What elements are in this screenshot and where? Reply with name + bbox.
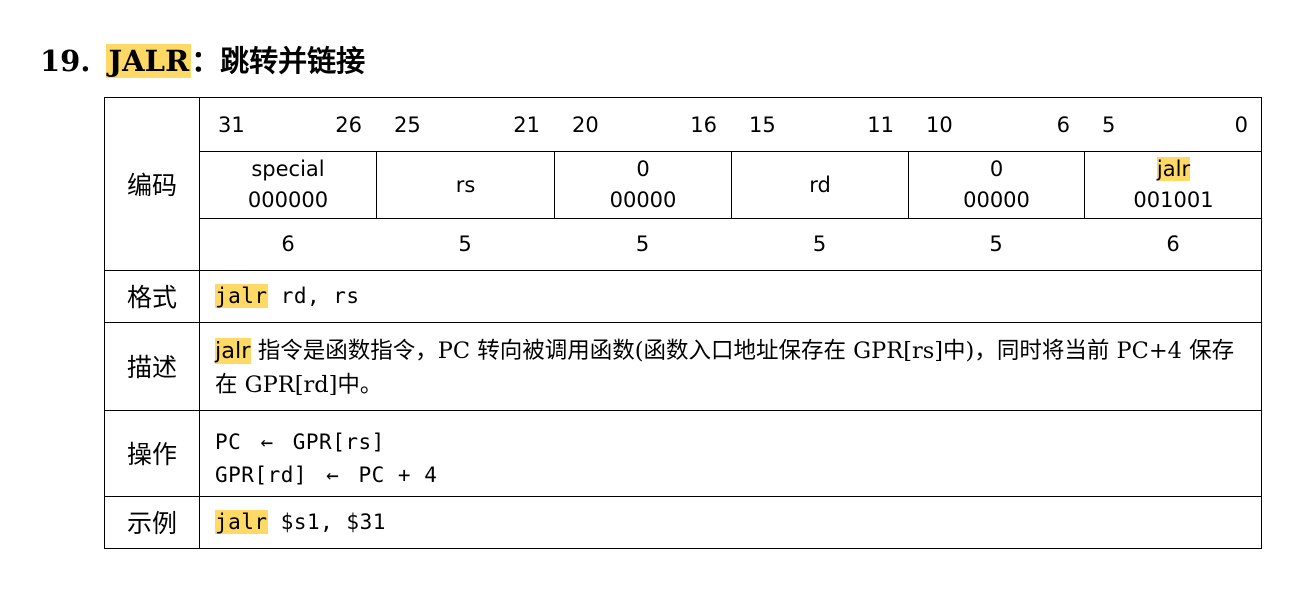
bit-low: 11 [867, 113, 894, 137]
field-name: rd [809, 172, 831, 197]
example-mnemonic: jalr [215, 510, 268, 534]
field-rd: rd [731, 152, 908, 218]
section-heading: 19. JALR：跳转并链接 [40, 38, 365, 80]
format-operands: rd, rs [267, 284, 360, 308]
bit-range-cell: 31 26 [200, 98, 376, 151]
field-width: 5 [458, 232, 472, 256]
field-name: 0 [989, 157, 1004, 181]
operation-dest: GPR[rd] [215, 463, 308, 487]
field-value: 001001 [1133, 188, 1214, 212]
operation-cell: PC ← GPR[rs] GPR[rd] ← PC + 4 [215, 426, 1247, 492]
field-width: 6 [1166, 232, 1180, 256]
field-width: 5 [989, 232, 1003, 256]
operation-src: PC + 4 [358, 463, 438, 487]
bit-high: 31 [218, 113, 245, 137]
bit-low: 0 [1234, 113, 1248, 137]
field-function: jalr 001001 [1084, 152, 1262, 218]
operation-label: 操作 [126, 440, 177, 469]
description-label: 描述 [126, 353, 177, 382]
bit-high: 15 [749, 113, 776, 137]
field-name-highlight: jalr [1156, 157, 1191, 181]
format-mnemonic: jalr [215, 284, 268, 308]
description-mnemonic: jalr [215, 338, 251, 364]
format-cell: jalr rd, rs [215, 284, 1247, 308]
field-name: 0 [636, 157, 650, 181]
bit-range-cell: 25 21 [376, 98, 554, 151]
row-divider [105, 410, 1261, 411]
operation-dest: PC [215, 430, 242, 454]
format-label: 格式 [126, 283, 177, 312]
left-arrow-icon: ← [260, 430, 274, 454]
example-cell: jalr $s1, $31 [215, 510, 1247, 534]
field-value: 000000 [247, 188, 329, 212]
encoding-label: 编码 [126, 171, 177, 200]
bit-high: 10 [926, 113, 953, 137]
description-text: 指令是函数指令，PC 转向被调用函数(函数入口地址保存在 GPR[rs]中)，同… [215, 338, 1235, 398]
bit-high: 25 [394, 113, 421, 137]
operation-line: PC ← GPR[rs] [215, 426, 1247, 459]
instruction-mnemonic: JALR [106, 44, 192, 78]
description-cell: jalr 指令是函数指令，PC 转向被调用函数(函数入口地址保存在 GPR[rs… [215, 334, 1247, 402]
example-label: 示例 [126, 509, 177, 538]
bit-range-row: 31 26 25 21 20 16 15 11 10 6 5 0 [200, 98, 1261, 151]
field-rs: rs [376, 152, 554, 218]
field-zero-2: 0 00000 [908, 152, 1084, 218]
bit-range-cell: 10 6 [908, 98, 1084, 151]
field-zero-1: 0 00000 [554, 152, 731, 218]
bit-high: 20 [572, 113, 599, 137]
field-width: 5 [812, 232, 827, 256]
bit-low: 21 [513, 113, 540, 137]
row-divider [105, 322, 1261, 323]
operation-src: GPR[rs] [292, 430, 385, 454]
instruction-title: ：跳转并链接 [191, 44, 366, 78]
row-divider [105, 270, 1261, 271]
row-divider [105, 496, 1261, 497]
section-number: 19. [40, 44, 91, 78]
bit-low: 6 [1056, 113, 1070, 137]
bit-high: 5 [1102, 113, 1116, 137]
operation-line: GPR[rd] ← PC + 4 [215, 459, 1247, 492]
field-value: 00000 [609, 188, 677, 212]
field-value: 00000 [963, 188, 1030, 212]
bit-range-cell: 15 11 [731, 98, 908, 151]
field-width-row: 6 5 5 5 5 6 [200, 218, 1261, 270]
instruction-table: 编码 格式 描述 操作 示例 31 26 25 21 20 16 15 11 1… [104, 97, 1262, 549]
bit-range-cell: 20 16 [554, 98, 731, 151]
example-operands: $s1, $31 [267, 510, 386, 534]
field-width: 5 [635, 232, 650, 256]
left-arrow-icon: ← [326, 463, 340, 487]
field-row: special 000000 rs 0 00000 rd 0 00000 jal… [200, 152, 1261, 218]
bit-low: 26 [335, 113, 362, 137]
field-width: 6 [281, 232, 295, 256]
field-name: special [251, 157, 325, 181]
field-special: special 000000 [200, 152, 376, 218]
field-name: rs [455, 172, 476, 197]
bit-low: 16 [690, 113, 717, 137]
bit-range-cell: 5 0 [1084, 98, 1262, 151]
